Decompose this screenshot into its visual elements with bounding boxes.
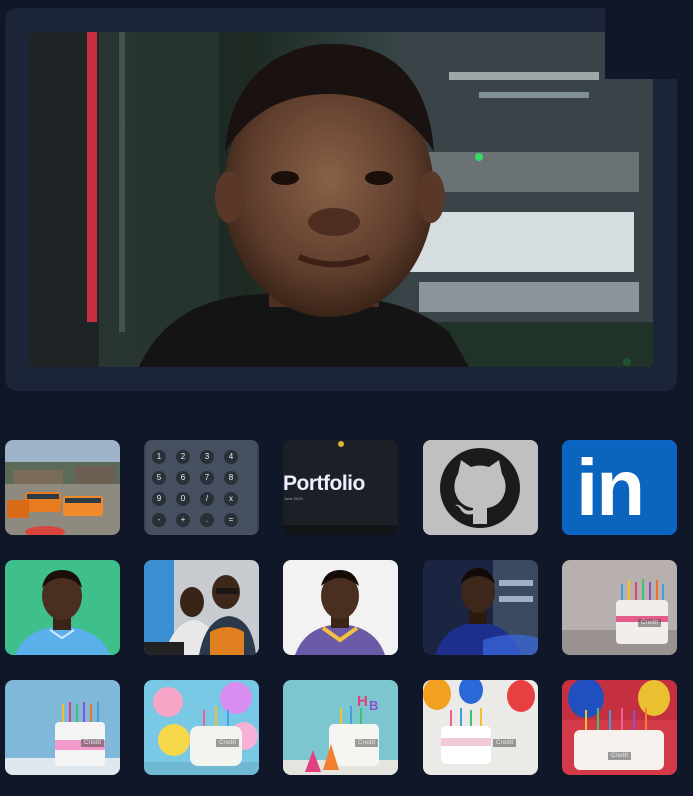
- gallery-item-calculator[interactable]: 1 2 3 4 5 6 7 8 9 0 / x - +. =: [144, 440, 259, 535]
- calculator-key: .: [200, 513, 214, 527]
- linkedin-text: in: [576, 443, 645, 532]
- top-right-overlay: [605, 0, 693, 79]
- calculator-key: 4: [224, 450, 238, 464]
- gallery-item-portrait-white[interactable]: [283, 560, 398, 655]
- calculator-keypad: 1 2 3 4 5 6 7 8 9 0 / x - +. =: [148, 446, 256, 534]
- calculator-key: 3: [200, 450, 214, 464]
- svg-text:H: H: [357, 693, 368, 710]
- card-caption: Credit: [608, 752, 632, 760]
- gallery-item-cake-3[interactable]: Credit: [144, 680, 259, 775]
- github-icon: [423, 440, 538, 535]
- gallery-item-cake-4[interactable]: H B Credit: [283, 680, 398, 775]
- gallery-item-portfolio[interactable]: Portfolio June 2020: [283, 440, 398, 535]
- card-caption: Credit: [493, 739, 517, 747]
- calculator-key: x: [224, 492, 238, 506]
- gallery-item-portrait-server[interactable]: [423, 560, 538, 655]
- card-caption: Credit: [355, 739, 379, 747]
- gallery-item-group-photo[interactable]: [144, 560, 259, 655]
- gallery-item-cake-1[interactable]: Credit: [562, 560, 677, 655]
- calculator-key: 5: [152, 471, 166, 485]
- calculator-key: 0: [176, 492, 190, 506]
- calculator-key: 1: [152, 450, 166, 464]
- gallery-item-github[interactable]: [423, 440, 538, 535]
- calculator-key: /: [200, 492, 214, 506]
- portfolio-title: Portfolio: [283, 472, 365, 495]
- calculator-key: 2: [176, 450, 190, 464]
- card-caption: Credit: [81, 739, 105, 747]
- card-caption: Credit: [216, 739, 240, 747]
- gallery-item-bus-station[interactable]: [5, 440, 120, 535]
- calculator-key: =: [224, 513, 238, 527]
- gallery-item-linkedin[interactable]: in: [562, 440, 677, 535]
- portfolio-subtitle: June 2020: [284, 496, 303, 501]
- svg-text:B: B: [369, 698, 378, 713]
- calculator-key: +: [176, 513, 190, 527]
- gallery-item-portrait-green[interactable]: [5, 560, 120, 655]
- card-caption: Credit: [638, 619, 662, 627]
- gallery-item-cake-2[interactable]: Credit: [5, 680, 120, 775]
- calculator-key: 9: [152, 492, 166, 506]
- hero-panel: [5, 8, 677, 391]
- gallery-item-cake-6[interactable]: Credit: [562, 680, 677, 775]
- calculator-key: 8: [224, 471, 238, 485]
- calculator-key: -: [152, 513, 166, 527]
- calculator-key: 7: [200, 471, 214, 485]
- calculator-key: 6: [176, 471, 190, 485]
- gallery-item-cake-5[interactable]: Credit: [423, 680, 538, 775]
- hero-portrait-image: [29, 32, 653, 367]
